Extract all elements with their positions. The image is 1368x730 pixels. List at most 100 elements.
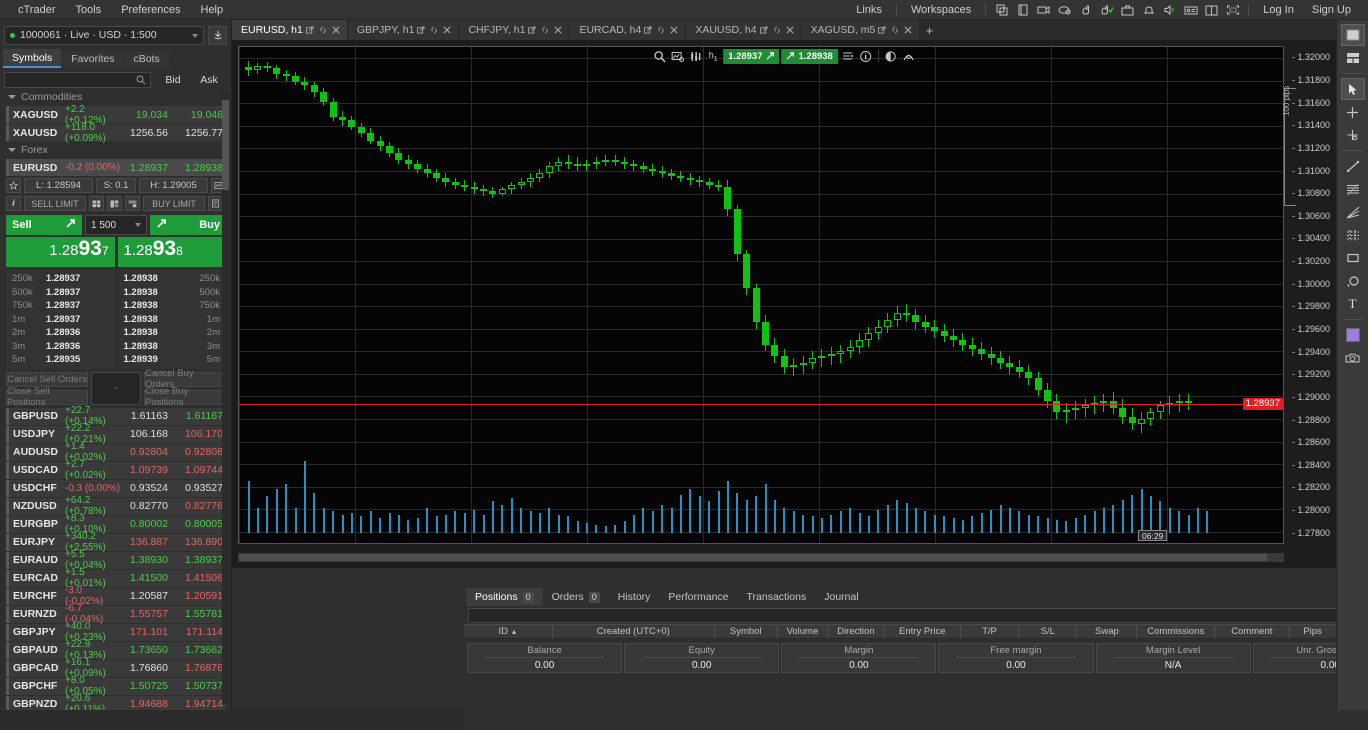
detach-icon[interactable] (876, 24, 888, 36)
quick-buy-button[interactable]: 1.28938 (781, 48, 838, 64)
symbol-row-eurcad[interactable]: EURCAD +1.5 (+0.01%) 1.41500 1.41506 (6, 567, 226, 589)
symbol-row-usdjpy[interactable]: USDJPY +22.2 (+0.21%) 106.168 106.170 (6, 423, 226, 445)
volume-selector[interactable]: 1 500 (85, 215, 147, 235)
settings-icon[interactable] (901, 48, 917, 64)
column-header-pips[interactable]: Pips (1290, 624, 1337, 639)
bottom-tab-history[interactable]: History (609, 588, 660, 606)
ladder-bid-row[interactable]: 2m 1.28936 (6, 326, 115, 340)
video-icon[interactable] (1035, 1, 1052, 18)
speaker-icon[interactable] (1161, 1, 1178, 18)
column-header-created-utc-0-[interactable]: Created (UTC+0) (553, 624, 715, 639)
close-sell-positions-button[interactable]: Close Sell Positions (6, 386, 88, 408)
price-axis[interactable]: 1.32000 1.31800 1.31600 1.31400 1.31200 1.310… (1282, 46, 1330, 544)
tab-favorites[interactable]: Favorites (62, 51, 124, 68)
detach-icon[interactable] (415, 24, 427, 36)
chart-tab-gbpjpy[interactable]: GBPJPY, h1 (347, 20, 460, 40)
chart-tab-eurusd[interactable]: EURUSD, h1 (232, 20, 348, 40)
hand-icon[interactable] (1077, 1, 1094, 18)
layout-split-icon[interactable] (1341, 47, 1365, 69)
download-icon[interactable] (208, 25, 227, 45)
cancel-sell-orders-button[interactable]: Cancel Sell Orders (6, 371, 88, 387)
crosshair-icon[interactable] (1341, 101, 1365, 123)
cursor-icon[interactable] (1340, 78, 1365, 100)
close-icon[interactable] (668, 24, 680, 36)
column-header-comment[interactable]: Comment (1215, 624, 1290, 639)
link-icon[interactable] (539, 24, 551, 36)
star-icon[interactable] (6, 178, 21, 193)
ladder-ask-row[interactable]: 250k 1.28938 (118, 272, 227, 286)
buy-price-display[interactable]: 1.28 93 8 (117, 237, 226, 267)
ladder-ask-row[interactable]: 2m 1.28938 (118, 326, 227, 340)
group-forex[interactable]: Forex (0, 142, 232, 158)
close-icon[interactable] (552, 24, 564, 36)
ladder-ask-row[interactable]: 3m 1.28938 (118, 340, 227, 354)
chart-tab-xagusd[interactable]: XAGUSD, m5 (801, 20, 921, 40)
login-button[interactable]: Log In (1254, 0, 1303, 20)
add-chart-tab-icon[interactable]: + (920, 20, 938, 40)
column-header-s-l[interactable]: S/L (1019, 624, 1078, 639)
links-menu[interactable]: Links (847, 0, 891, 20)
positions-search-input[interactable] (468, 608, 1368, 623)
zoom-icon[interactable] (651, 48, 667, 64)
link-icon[interactable] (655, 24, 667, 36)
chart-tab-xauusd[interactable]: XAUUSD, h4 (686, 20, 802, 40)
book-icon[interactable] (1014, 1, 1031, 18)
column-header-entry-price[interactable]: Entry Price (885, 624, 961, 639)
symbol-row-nzdusd[interactable]: NZDUSD +64.2 (+0.78%) 0.82770 0.82776 (6, 495, 226, 517)
symbol-row-gbpcad[interactable]: GBPCAD +16.1 (+0.09%) 1.76860 1.76876 (6, 657, 226, 679)
theme-icon[interactable] (883, 48, 899, 64)
bottom-tab-journal[interactable]: Journal (815, 588, 867, 606)
bottom-tab-positions[interactable]: Positions 0 (466, 588, 543, 606)
ladder-bid-row[interactable]: 3m 1.28936 (6, 340, 115, 354)
trendline-icon[interactable] (1341, 155, 1365, 177)
cancel-buy-orders-button[interactable]: Cancel Buy Orders (144, 368, 226, 390)
symbol-row-usdcad[interactable]: USDCAD +2.7 (+0.02%) 1.09739 1.09744 (6, 459, 226, 481)
menu-tools[interactable]: Tools (66, 0, 112, 20)
bottom-tab-orders[interactable]: Orders 0 (543, 588, 609, 606)
column-header-symbol[interactable]: Symbol (715, 624, 778, 639)
briefcase-icon[interactable] (1119, 1, 1136, 18)
link-icon[interactable] (428, 24, 440, 36)
ladder-ask-row[interactable]: 5m 1.28939 (118, 353, 227, 367)
ladder-ask-row[interactable]: 750k 1.28938 (118, 299, 227, 313)
column-header-commissions[interactable]: Commissions (1137, 624, 1216, 639)
symbol-row-gbpjpy[interactable]: GBPJPY +40.0 (+0.23%) 171.101 171.114 (6, 621, 226, 643)
column-header-id[interactable]: ID ▲ (464, 624, 553, 639)
chart-horizontal-scrollbar[interactable] (238, 553, 1284, 562)
buy-limit-button[interactable]: BUY LIMIT (143, 196, 205, 211)
price-plot[interactable]: 1.28937 06:29 (238, 46, 1284, 544)
column-header-volume[interactable]: Volume (778, 624, 829, 639)
info-circle-icon[interactable] (858, 48, 874, 64)
symbol-row-audusd[interactable]: AUDUSD +1.4 (+0.02%) 0.92804 0.92808 (6, 441, 226, 463)
fib-grid-icon[interactable] (1341, 224, 1365, 246)
symbol-row-eurusd[interactable]: EURUSD -0.2 (0.00%) 1.28937 1.28938 (6, 159, 226, 176)
sidebar-scrollbar-thumb[interactable] (222, 100, 229, 190)
chart-tab-chfjpy[interactable]: CHFJPY, h1 (459, 20, 571, 40)
detach-icon[interactable] (642, 24, 654, 36)
chart-tab-eurcad[interactable]: EURCAD, h4 (570, 20, 687, 40)
menu-preferences[interactable]: Preferences (111, 0, 190, 20)
tab-symbols[interactable]: Symbols (3, 49, 62, 68)
fib-fan-icon[interactable] (1341, 201, 1365, 223)
ellipse-icon[interactable] (1341, 270, 1365, 292)
detach-icon[interactable] (304, 24, 316, 36)
symbol-row-euraud[interactable]: EURAUD +5.5 (+0.04%) 1.38930 1.38937 (6, 549, 226, 571)
link-icon[interactable] (889, 24, 901, 36)
symbol-row-eurnzd[interactable]: EURNZD -6.7 (-0.04%) 1.55757 1.55781 (6, 603, 226, 625)
timeframe-icon[interactable]: h1 (705, 48, 721, 64)
ladder-bid-row[interactable]: 1m 1.28937 (6, 313, 115, 327)
compact-view-icon[interactable] (125, 196, 140, 211)
symbol-row-gbpchf[interactable]: GBPCHF +8.0 (+0.05%) 1.50725 1.50737 (6, 675, 226, 697)
close-icon[interactable] (330, 24, 342, 36)
ladder-ask-row[interactable]: 1m 1.28938 (118, 313, 227, 327)
text-icon[interactable]: T (1341, 293, 1365, 315)
hand-check-icon[interactable] (1098, 1, 1115, 18)
rectangle-icon[interactable] (1341, 247, 1365, 269)
close-icon[interactable] (784, 24, 796, 36)
sell-button[interactable]: Sell (6, 215, 82, 235)
account-selector[interactable]: 1000061 · Live · USD · 1:500 (4, 25, 204, 45)
split-view-icon[interactable] (107, 196, 122, 211)
fibonacci-icon[interactable] (1341, 178, 1365, 200)
quick-sell-button[interactable]: 1.28937 (723, 48, 780, 64)
signup-button[interactable]: Sign Up (1303, 0, 1360, 20)
